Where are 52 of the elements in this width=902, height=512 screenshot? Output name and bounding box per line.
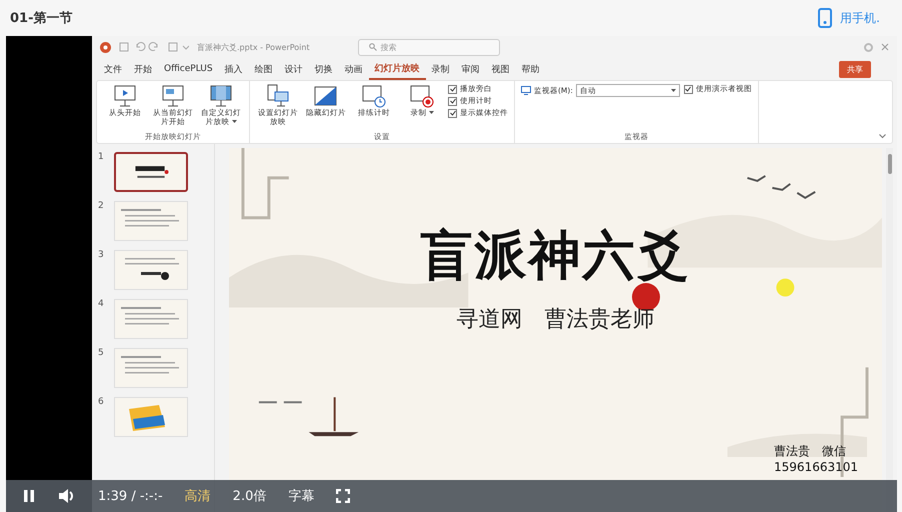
slide-number: 1 — [98, 152, 105, 164]
quality-button[interactable]: 高清 — [184, 487, 211, 505]
slideshow-icon — [112, 84, 138, 108]
volume-button[interactable] — [58, 488, 76, 504]
menu-tab[interactable]: 视图 — [486, 60, 516, 78]
menu-tab[interactable]: 审阅 — [456, 60, 486, 78]
slideshow-icon — [361, 84, 387, 108]
slideshow-icon — [160, 84, 186, 108]
slide-number: 4 — [98, 299, 105, 311]
slideshow-icon — [208, 84, 234, 108]
phone-number: 15961663101 — [774, 460, 858, 476]
checkbox[interactable] — [448, 84, 457, 94]
share-button[interactable]: 共享 — [839, 60, 871, 78]
menu-tab[interactable]: OfficePLUS — [158, 61, 219, 77]
slide-thumbnail[interactable] — [114, 152, 188, 192]
author-contact: 曹法贵 微信 — [774, 444, 848, 460]
search-icon — [368, 43, 377, 51]
menu-tab[interactable]: 录制 — [426, 60, 456, 78]
slide-number: 5 — [98, 348, 105, 360]
menu-tab[interactable]: 动画 — [338, 60, 369, 78]
menu-tab[interactable]: 切换 — [308, 60, 339, 78]
checkbox[interactable] — [448, 108, 457, 118]
window-title: 盲派神六爻.pptx - PowerPoint — [197, 42, 310, 52]
slideshow-icon — [313, 84, 339, 108]
pause-button[interactable] — [22, 489, 36, 503]
menu-tab[interactable]: 文件 — [98, 60, 128, 78]
playback-time: 1:39 / -:-:- — [98, 488, 163, 504]
phone-icon — [818, 8, 832, 28]
checkbox[interactable] — [684, 84, 693, 94]
menu-tab[interactable]: 设计 — [278, 60, 309, 78]
slideshow-icon — [265, 84, 291, 108]
slideshow-icon — [409, 84, 435, 108]
slide-number: 3 — [98, 250, 105, 262]
lesson-title: 01-第一节 — [10, 10, 72, 27]
caret-icon — [670, 88, 676, 92]
close-icon[interactable] — [881, 43, 889, 51]
quick-access-icons-drawing — [119, 42, 189, 52]
checkbox[interactable] — [448, 96, 457, 106]
collapse-icon[interactable] — [879, 134, 886, 139]
subtitles-button[interactable]: 字幕 — [288, 487, 314, 505]
menu-tab[interactable]: 开始 — [128, 60, 158, 78]
app-logo-icon — [100, 42, 111, 52]
fullscreen-button[interactable] — [336, 489, 350, 503]
scrollbar[interactable] — [888, 154, 892, 174]
menu-tab[interactable]: 帮助 — [516, 60, 546, 78]
slide-subtitle: 寻道网 曹法贵老师 — [456, 306, 654, 334]
monitor-icon — [521, 86, 531, 95]
slide-number: 2 — [98, 201, 105, 213]
speed-button[interactable]: 2.0倍 — [232, 487, 266, 505]
menu-tab[interactable]: 绘图 — [248, 60, 279, 78]
menu-tab[interactable]: 插入 — [218, 60, 249, 78]
slide-number: 6 — [98, 397, 105, 409]
